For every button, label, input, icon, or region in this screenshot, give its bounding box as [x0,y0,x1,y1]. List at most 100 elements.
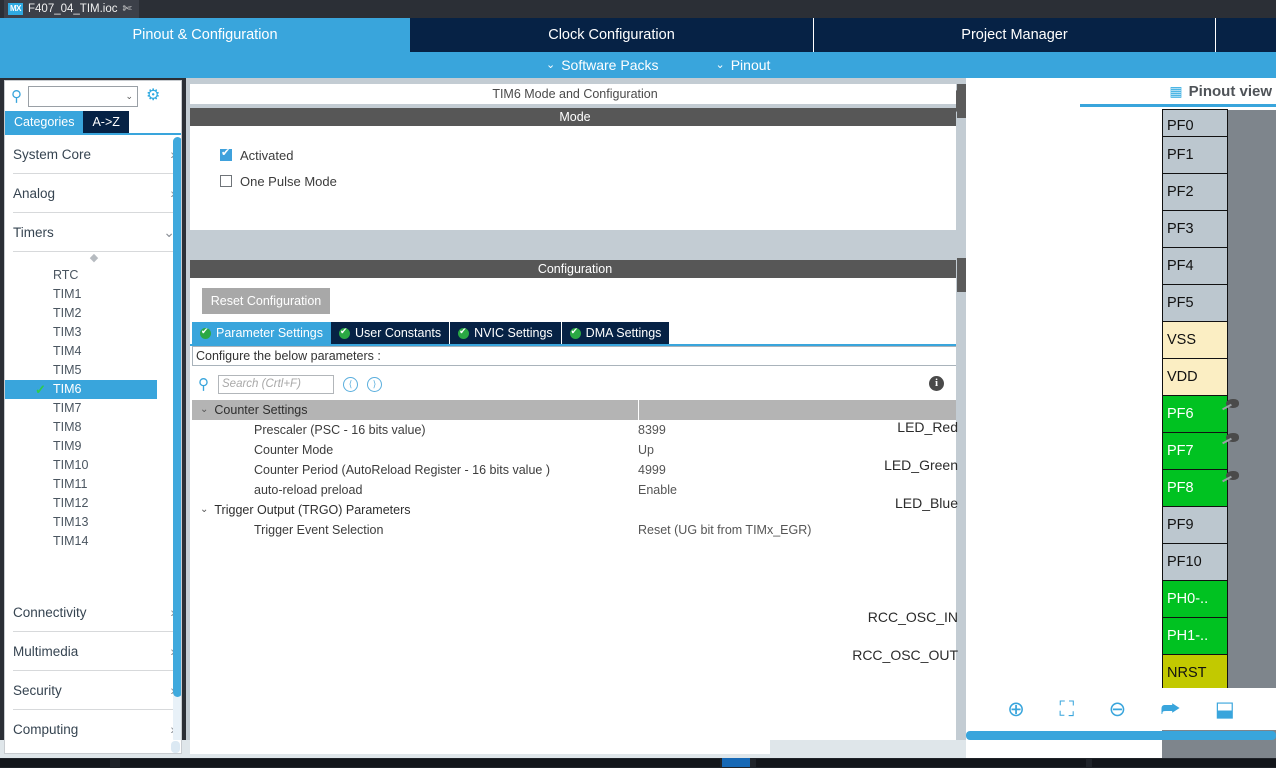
pin-nrst[interactable]: NRST [1162,654,1228,692]
tree-group-system-core[interactable]: System Core › [13,135,175,174]
pinout-view-title: Pinout view [1188,82,1272,100]
sidebar-item-tim5[interactable]: TIM5 [5,361,181,380]
pin-pf9[interactable]: PF9 [1162,506,1228,544]
pin-pf5[interactable]: PF5 [1162,284,1228,322]
sidebar-item-tim11[interactable]: TIM11 [5,475,181,494]
taskbar-item[interactable] [0,759,110,767]
tree-vertical-scrollbar[interactable] [173,137,181,743]
pin-pf2[interactable]: PF2 [1162,173,1228,211]
tab-nvic-settings[interactable]: NVIC Settings [450,322,562,344]
parameter-search-input[interactable]: Search (Crtl+F) [218,374,334,394]
sidebar-item-tim13[interactable]: TIM13 [5,513,181,532]
chevron-right-circle-icon[interactable]: ⟩ [367,376,382,392]
gear-icon[interactable]: ⚙ [146,88,160,104]
tree-group-label: System Core [13,146,92,162]
taskbar-active-item[interactable] [722,758,750,767]
pinout-horizontal-scrollbar[interactable] [966,731,1276,740]
pinout-view-header[interactable]: ▦ Pinout view [1076,78,1276,104]
checkbox-one-pulse-mode-row[interactable]: One Pulse Mode [220,168,960,194]
export-icon[interactable]: ⬓ [1215,699,1235,720]
sidebar-item-tim7[interactable]: TIM7 [5,399,181,418]
sidebar-item-tim12[interactable]: TIM12 [5,494,181,513]
tab-user-constants[interactable]: User Constants [331,322,451,344]
checkbox-activated[interactable] [220,147,232,161]
parameter-group-counter-settings[interactable]: ⌄ Counter Settings [192,400,958,420]
collapse-arrow-icon[interactable] [956,100,963,112]
tree-group-connectivity[interactable]: Connectivity › [13,593,175,632]
reset-configuration-button[interactable]: Reset Configuration [202,288,330,314]
peripheral-search-combo[interactable]: ⌄ [28,85,138,107]
rotate-icon[interactable]: ⮫ [1161,699,1181,720]
document-tab[interactable]: MX F407_04_TIM.ioc ✄ [4,0,139,18]
sidebar-item-tim2[interactable]: TIM2 [5,304,181,323]
sidebar-item-tim4[interactable]: TIM4 [5,342,181,361]
info-icon[interactable]: i [929,376,944,391]
parameter-value[interactable]: Reset (UG bit from TIMx_EGR) [638,523,958,537]
tab-parameter-settings[interactable]: Parameter Settings [192,322,331,344]
center-panel-bottom [190,740,770,754]
tab-clock-configuration[interactable]: Clock Configuration [410,18,814,52]
pin-pf7[interactable]: PF7 [1162,432,1228,470]
tree-horizontal-scrollbar[interactable] [171,741,180,753]
pin-label: PF8 [1167,480,1194,496]
pin-label: PF2 [1167,184,1194,200]
pin-pf6[interactable]: PF6 [1162,395,1228,433]
tree-group-security[interactable]: Security › [13,671,175,710]
tab-project-manager[interactable]: Project Manager [814,18,1216,52]
tab-a-to-z[interactable]: A->Z [83,111,129,133]
pin-ph1[interactable]: PH1-.. [1162,617,1228,655]
pin-pf1[interactable]: PF1 [1162,136,1228,174]
tree-scrollbar-thumb[interactable] [173,137,181,697]
tree-resize-handle-icon[interactable]: ◆ [5,252,181,266]
checkbox-one-pulse-mode[interactable] [220,175,232,187]
parameter-group-trigger-output[interactable]: ⌄ Trigger Output (TRGO) Parameters [192,500,958,520]
chevron-down-icon: ⌄ [200,404,209,415]
collapse-handle-bottom[interactable] [957,258,966,292]
menu-pinout[interactable]: ⌄ Pinout [715,57,770,73]
tree-group-multimedia[interactable]: Multimedia › [13,632,175,671]
sidebar-item-rtc[interactable]: RTC [5,266,181,285]
parameter-name: Counter Period (AutoReload Register - 16… [254,463,550,477]
table-row[interactable]: auto-reload preload Enable [192,480,958,500]
parameter-table: ⌄ Counter Settings Prescaler (PSC - 16 b… [192,400,958,540]
tree-group-analog[interactable]: Analog › [13,174,175,213]
taskbar-item[interactable] [120,759,720,767]
sidebar-item-tim8[interactable]: TIM8 [5,418,181,437]
chevron-left-circle-icon[interactable]: ⟨ [343,376,358,392]
sidebar-item-tim14[interactable]: TIM14 [5,532,181,551]
tree-group-timers[interactable]: Timers ⌄ [13,213,175,252]
taskbar-item[interactable] [1092,759,1276,767]
sidebar-item-tim10[interactable]: TIM10 [5,456,181,475]
sidebar-item-tim6[interactable]: ✓ TIM6 [5,380,157,399]
pin-pf0[interactable]: PF0 [1162,109,1228,137]
zoom-out-icon[interactable]: ⊖ [1109,699,1127,720]
sidebar-item-tim1[interactable]: TIM1 [5,285,181,304]
tab-dma-settings[interactable]: DMA Settings [561,322,671,344]
parameter-value[interactable]: Up [638,443,958,457]
pin-vdd[interactable]: VDD [1162,358,1228,396]
table-row[interactable]: Prescaler (PSC - 16 bits value) 8399 [192,420,958,440]
check-icon: ✓ [35,382,46,397]
pin-pf4[interactable]: PF4 [1162,247,1228,285]
tab-extra[interactable] [1216,18,1276,52]
menu-software-packs[interactable]: ⌄ Software Packs [546,57,658,73]
sidebar-item-tim3[interactable]: TIM3 [5,323,181,342]
pin-vss[interactable]: VSS [1162,321,1228,359]
pin-pf10[interactable]: PF10 [1162,543,1228,581]
table-row[interactable]: Counter Mode Up [192,440,958,460]
fit-to-screen-icon[interactable]: ⛶ [1059,699,1074,720]
pin-ph0[interactable]: PH0-.. [1162,580,1228,618]
sidebar-item-label: TIM13 [53,515,89,529]
sidebar-item-tim9[interactable]: TIM9 [5,437,181,456]
pin-pf3[interactable]: PF3 [1162,210,1228,248]
table-row[interactable]: Counter Period (AutoReload Register - 16… [192,460,958,480]
zoom-in-icon[interactable]: ⊕ [1007,699,1025,720]
tab-pinout-configuration[interactable]: Pinout & Configuration [0,18,410,52]
table-row[interactable]: Trigger Event Selection Reset (UG bit fr… [192,520,958,540]
pin-pf8[interactable]: PF8 [1162,469,1228,507]
taskbar-item[interactable] [756,759,1086,767]
close-icon[interactable]: ✄ [123,3,132,15]
pin-label: VDD [1167,369,1198,385]
checkbox-activated-row[interactable]: Activated [220,142,960,168]
tab-categories[interactable]: Categories [5,111,84,133]
